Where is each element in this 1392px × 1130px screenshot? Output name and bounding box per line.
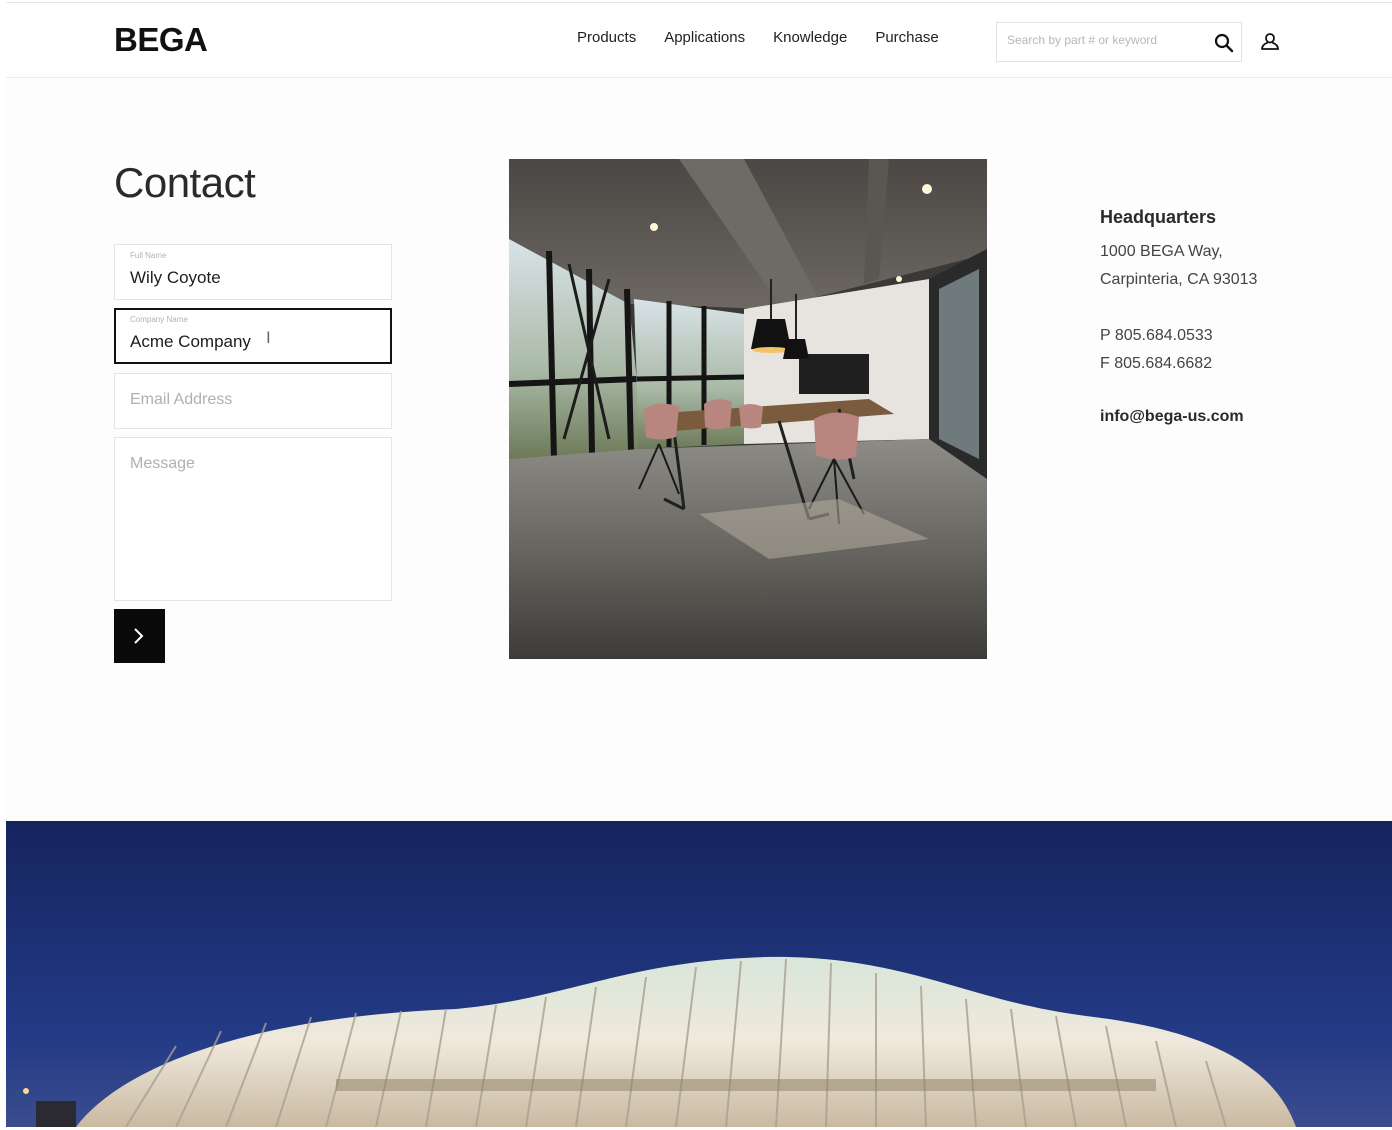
message-field[interactable]: Message <box>114 437 392 601</box>
nav-purchase[interactable]: Purchase <box>875 29 938 46</box>
nav-products[interactable]: Products <box>577 29 636 46</box>
office-photo <box>509 159 987 659</box>
search-icon[interactable] <box>1213 32 1235 54</box>
phone-number: P 805.684.0533 <box>1100 327 1213 344</box>
account-icon[interactable] <box>1259 30 1281 52</box>
site-header: BEGA Products Applications Knowledge Pur… <box>6 3 1392 78</box>
stadium-banner-image <box>6 821 1392 1127</box>
company-name-field[interactable]: Company Name Acme Company I <box>114 308 392 364</box>
address-line-2: Carpinteria, CA 93013 <box>1100 271 1258 288</box>
email-field[interactable]: Email Address <box>114 373 392 429</box>
address-line-1: 1000 BEGA Way, <box>1100 243 1223 260</box>
search-input[interactable] <box>1007 33 1197 47</box>
fax-number: F 805.684.6682 <box>1100 355 1213 372</box>
chevron-right-icon <box>134 628 144 644</box>
full-name-value: Wily Coyote <box>130 268 221 287</box>
submit-button[interactable] <box>114 609 165 663</box>
main-nav: Products Applications Knowledge Purchase <box>577 29 939 46</box>
headquarters-heading: Headquarters <box>1100 207 1217 227</box>
nav-knowledge[interactable]: Knowledge <box>773 29 847 46</box>
company-name-value: Acme Company <box>130 332 251 351</box>
bega-logo[interactable]: BEGA <box>114 21 208 59</box>
message-placeholder: Message <box>130 455 195 472</box>
full-name-label: Full Name <box>130 251 167 260</box>
nav-applications[interactable]: Applications <box>664 29 745 46</box>
page: BEGA Products Applications Knowledge Pur… <box>6 2 1392 1127</box>
email-placeholder: Email Address <box>130 391 233 408</box>
full-name-field[interactable]: Full Name Wily Coyote <box>114 244 392 300</box>
email-link[interactable]: info@bega-us.com <box>1100 408 1244 426</box>
company-name-label: Company Name <box>130 315 188 324</box>
text-cursor-icon: I <box>266 328 271 347</box>
search-box <box>996 22 1242 62</box>
page-title: Contact <box>114 159 256 206</box>
